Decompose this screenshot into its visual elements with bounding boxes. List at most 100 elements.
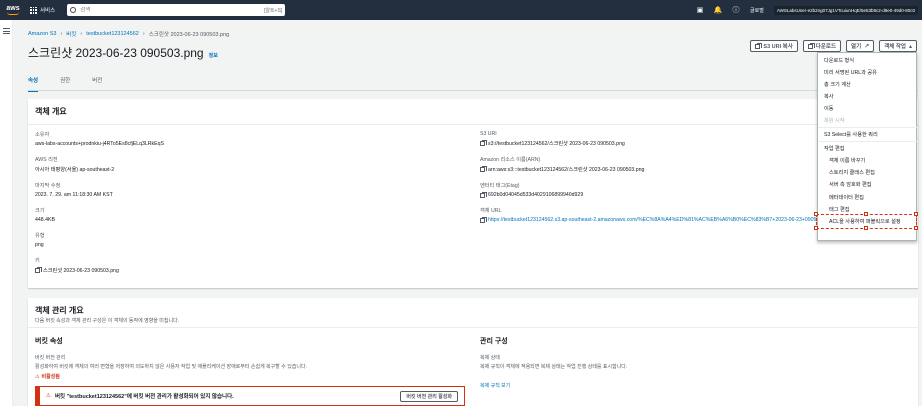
- menu-divider: [818, 127, 918, 128]
- open-label: 열기: [851, 44, 862, 50]
- menu-item-edit-metadata[interactable]: 메타데이터 편집: [829, 194, 864, 201]
- key-value: 스크린샷 2023-06-23 090503.png: [43, 268, 119, 274]
- etag-value: 692b0d04045d533d4029106899940d929: [488, 192, 584, 198]
- view-replication-rules-link[interactable]: 복제 규칙 보기: [480, 382, 510, 389]
- object-actions-button[interactable]: 객체 작업 ▴: [879, 40, 917, 52]
- breadcrumb-bucket[interactable]: testbucket123124562: [86, 31, 139, 37]
- breadcrumb: Amazon S3 › 버킷 › testbucket123124562 › 스…: [28, 30, 229, 38]
- region-selector[interactable]: 글로벌: [750, 7, 764, 14]
- replication-status-label: 복제 상태: [480, 355, 500, 361]
- menu-item-move[interactable]: 이동: [824, 105, 834, 112]
- key-row: 스크린샷 2023-06-23 090503.png: [35, 267, 455, 274]
- resize-handle: [864, 212, 868, 216]
- type-value: png: [35, 242, 44, 248]
- warning-icon: ⚠: [35, 373, 40, 380]
- object-url-link[interactable]: https://testbucket123124562.s3.ap-southe…: [488, 217, 832, 223]
- external-link-icon: ↗: [864, 43, 870, 50]
- cloudshell-icon[interactable]: ▣: [696, 6, 704, 14]
- resize-handle: [814, 212, 818, 216]
- size-value: 448.4KB: [35, 217, 55, 223]
- menu-item-edit-storage-class[interactable]: 스토리지 클래스 편집: [829, 169, 875, 176]
- enable-versioning-button[interactable]: 버킷 버전 관리 활성화: [400, 391, 458, 402]
- last-modified-value: 2023. 7. 29. am 11:18:30 AM KST: [35, 192, 113, 198]
- resize-handle: [864, 226, 868, 230]
- copy-s3-uri-button[interactable]: S3 URI 복사: [750, 40, 798, 52]
- services-menu-button[interactable]: 서비스: [30, 6, 55, 14]
- copy-etag-icon[interactable]: [480, 191, 487, 198]
- menu-item-rename-object[interactable]: 객체 이름 바꾸기: [829, 157, 865, 164]
- info-link[interactable]: 정보: [209, 52, 218, 59]
- page-title: 스크린샷 2023-06-23 090503.png 정보: [28, 44, 218, 61]
- s3-uri-value: s3://testbucket123124562/스크린샷 2023-06-23…: [488, 141, 625, 147]
- divider: [28, 327, 918, 328]
- left-rail: [0, 20, 13, 406]
- warning-icon: ⚠: [46, 393, 51, 399]
- overview-left-column: 소유자 aws-labs-accounts+prodnkiu-j4RTo5Es8…: [35, 131, 455, 283]
- account-menu[interactable]: AWSLabsUser-e2b2ng07Jg1VTcuiunHqE/5e53b9…: [773, 5, 918, 15]
- versioning-alert: ⚠ 버킷 "testbucket123124562"에 버킷 버전 관리가 활성…: [35, 386, 465, 406]
- search-bar[interactable]: [알트+S]: [67, 4, 286, 16]
- open-button[interactable]: 열기 ↗: [846, 40, 875, 52]
- aws-smile-icon: [7, 12, 19, 15]
- versioning-label: 버킷 버전 관리: [35, 355, 66, 361]
- object-name-heading: 스크린샷 2023-06-23 090503.png: [28, 46, 204, 60]
- search-icon: [70, 7, 77, 13]
- chevron-right-icon: ›: [80, 31, 83, 37]
- size-label: 크기: [35, 208, 45, 214]
- search-shortcut-hint: [알트+S]: [263, 7, 283, 14]
- owner-value: aws-labs-accounts+prodnkiu-j4RTo5Es8cfjE…: [35, 141, 164, 147]
- download-icon: [807, 42, 815, 49]
- hamburger-menu-icon[interactable]: [3, 28, 10, 36]
- copy-icon: [755, 42, 763, 49]
- management-config-heading: 관리 구성: [480, 338, 508, 345]
- object-management-panel: 객체 관리 개요 다음 버킷 속성과 객체 관리 구성은 이 객체의 동작에 영…: [28, 298, 918, 406]
- key-label: 키: [35, 258, 40, 264]
- download-label: 다운로드: [815, 44, 837, 50]
- bucket-properties-heading: 버킷 속성: [35, 338, 63, 345]
- resize-handle: [914, 212, 918, 216]
- object-actions-label: 객체 작업: [884, 44, 906, 50]
- help-icon[interactable]: ⓘ: [732, 6, 740, 14]
- menu-item-share-presigned-url[interactable]: 미리 서명된 URL과 공유: [824, 69, 877, 76]
- aws-logo[interactable]: aws: [2, 0, 24, 20]
- services-label: 서비스: [40, 8, 56, 14]
- alert-text: 버킷 "testbucket123124562"에 버킷 버전 관리가 활성화되…: [54, 394, 234, 400]
- copy-s3-uri-label: S3 URI 복사: [763, 44, 793, 50]
- copy-arn-icon[interactable]: [480, 166, 487, 172]
- breadcrumb-current: 스크린샷 2023-06-23 090503.png: [148, 32, 230, 38]
- versioning-status: ⚠ 비활성됨: [35, 373, 60, 381]
- menu-item-download-as[interactable]: 다운로드 형식: [824, 57, 854, 64]
- chevron-right-icon: ›: [60, 31, 63, 37]
- menu-item-edit-sse[interactable]: 서버 측 암호화 편집: [829, 181, 872, 188]
- action-buttons: S3 URI 복사 다운로드 열기 ↗ 객체 작업 ▴: [750, 40, 917, 52]
- copy-s3-uri-icon[interactable]: [480, 140, 487, 146]
- nav-right: ▣ 🔔 ⓘ 글로벌 AWSLabsUser-e2b2ng07Jg1VTcuiun…: [696, 0, 918, 20]
- versioning-desc: 활성화하여 버킷에 객체의 여러 변형을 저장하여 의도하지 않은 사용자 작업…: [35, 364, 308, 370]
- menu-item-calculate-size[interactable]: 총 크기 계산: [824, 81, 851, 88]
- arn-value: arn:aws:s3:::testbucket123124562/스크린샷 20…: [488, 167, 645, 173]
- menu-item-copy[interactable]: 복사: [824, 93, 834, 100]
- chevron-right-icon: ›: [142, 31, 145, 37]
- resize-handle: [814, 226, 818, 230]
- menu-item-edit-tags[interactable]: 태그 편집: [829, 206, 850, 213]
- region-label: AWS 리전: [35, 157, 58, 163]
- caret-up-icon: ▴: [908, 43, 912, 50]
- tab-divider: [28, 90, 918, 91]
- copy-key-icon[interactable]: [35, 267, 42, 273]
- breadcrumb-buckets[interactable]: 버킷: [66, 30, 76, 38]
- menu-item-s3-select-query[interactable]: S3 Select를 사용한 쿼리: [824, 131, 878, 138]
- breadcrumb-amazon-s3[interactable]: Amazon S3: [28, 31, 56, 37]
- aws-logo-text: aws: [6, 5, 20, 12]
- object-overview-panel: 객체 개요 소유자 aws-labs-accounts+prodnkiu-j4R…: [28, 99, 918, 288]
- search-input[interactable]: [80, 7, 264, 13]
- replication-status-desc: 복제 규칙이 객체에 적용되면 복제 상태는 작업 진행 상태를 표시합니다.: [480, 364, 628, 370]
- menu-group-edit-actions: 작업 편집: [824, 146, 845, 152]
- versioning-status-text: 비활성됨: [41, 374, 60, 380]
- bell-icon[interactable]: 🔔: [714, 6, 723, 14]
- menu-item-initiate-restore: 복원 시작: [824, 118, 845, 124]
- download-button[interactable]: 다운로드: [802, 40, 842, 52]
- type-label: 유형: [35, 233, 45, 239]
- top-nav: aws 서비스 [알트+S] ▣ 🔔 ⓘ 글로벌 AWSLabsUser-e2b…: [0, 0, 922, 20]
- owner-label: 소유자: [35, 132, 50, 138]
- copy-url-icon[interactable]: [480, 216, 487, 223]
